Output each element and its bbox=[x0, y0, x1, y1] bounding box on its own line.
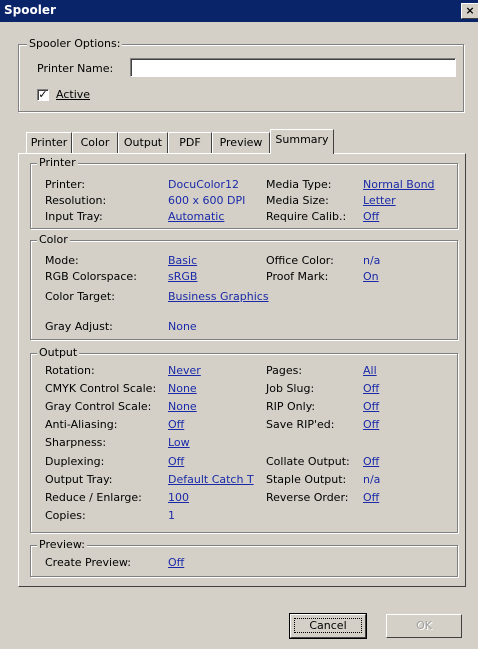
printer-legend: Printer bbox=[37, 156, 78, 169]
staple-output-value: n/a bbox=[363, 473, 381, 486]
tab-pdf[interactable]: PDF bbox=[168, 132, 212, 153]
reduce-enlarge-label: Reduce / Enlarge: bbox=[45, 491, 142, 504]
save-riped-link[interactable]: Off bbox=[363, 418, 379, 431]
media-size-label: Media Size: bbox=[266, 194, 329, 207]
anti-aliasing-link[interactable]: Off bbox=[168, 418, 184, 431]
printer-value: DocuColor12 bbox=[168, 178, 239, 191]
office-color-label: Office Color: bbox=[266, 254, 334, 267]
reverse-order-label: Reverse Order: bbox=[266, 491, 349, 504]
cancel-button-label: Cancel bbox=[294, 618, 362, 633]
anti-aliasing-label: Anti-Aliasing: bbox=[45, 418, 118, 431]
copies-value: 1 bbox=[168, 509, 175, 522]
mode-label: Mode: bbox=[45, 254, 79, 267]
output-tray-label: Output Tray: bbox=[45, 473, 113, 486]
rotation-label: Rotation: bbox=[45, 364, 95, 377]
gray-control-label: Gray Control Scale: bbox=[45, 400, 152, 413]
cmyk-control-link[interactable]: None bbox=[168, 382, 197, 395]
resolution-value: 600 x 600 DPI bbox=[168, 194, 246, 207]
collate-output-link[interactable]: Off bbox=[363, 455, 379, 468]
require-calib-label: Require Calib.: bbox=[266, 210, 347, 223]
window-title: Spooler bbox=[4, 3, 56, 17]
media-type-label: Media Type: bbox=[266, 178, 332, 191]
gray-adjust-label: Gray Adjust: bbox=[45, 320, 113, 333]
active-label[interactable]: Active bbox=[56, 88, 90, 101]
collate-output-label: Collate Output: bbox=[266, 455, 350, 468]
input-tray-link[interactable]: Automatic bbox=[168, 210, 224, 223]
media-size-link[interactable]: Letter bbox=[363, 194, 396, 207]
duplexing-link[interactable]: Off bbox=[168, 455, 184, 468]
sharpness-link[interactable]: Low bbox=[168, 436, 190, 449]
pages-link[interactable]: All bbox=[363, 364, 377, 377]
duplexing-label: Duplexing: bbox=[45, 455, 105, 468]
color-target-label: Color Target: bbox=[45, 290, 115, 303]
cmyk-control-label: CMYK Control Scale: bbox=[45, 382, 157, 395]
color-target-link[interactable]: Business Graphics bbox=[168, 290, 269, 303]
ok-button[interactable]: OK bbox=[386, 614, 462, 638]
spooler-options-legend: Spooler Options: bbox=[27, 37, 123, 50]
tab-summary[interactable]: Summary bbox=[270, 129, 334, 154]
tab-color[interactable]: Color bbox=[72, 132, 118, 153]
office-color-value: n/a bbox=[363, 254, 381, 267]
tab-printer[interactable]: Printer bbox=[26, 132, 72, 153]
output-legend: Output bbox=[37, 346, 80, 359]
reverse-order-link[interactable]: Off bbox=[363, 491, 379, 504]
cancel-button[interactable]: Cancel bbox=[289, 613, 367, 639]
gray-adjust-value: None bbox=[168, 320, 197, 333]
printer-name-label: Printer Name: bbox=[37, 62, 114, 75]
rgb-colorspace-link[interactable]: sRGB bbox=[168, 270, 197, 283]
ok-button-label: OK bbox=[416, 619, 432, 632]
sharpness-label: Sharpness: bbox=[45, 436, 107, 449]
printer-label: Printer: bbox=[45, 178, 86, 191]
copies-label: Copies: bbox=[45, 509, 86, 522]
printer-name-input[interactable] bbox=[130, 58, 456, 77]
rotation-link[interactable]: Never bbox=[168, 364, 201, 377]
spooler-options-group: Spooler Options: bbox=[18, 37, 464, 112]
resolution-label: Resolution: bbox=[45, 194, 107, 207]
save-riped-label: Save RIP'ed: bbox=[266, 418, 335, 431]
rip-only-link[interactable]: Off bbox=[363, 400, 379, 413]
title-bar: Spooler × bbox=[0, 0, 478, 22]
create-preview-label: Create Preview: bbox=[45, 556, 131, 569]
active-checkbox[interactable]: ✓ bbox=[37, 89, 49, 101]
output-tray-link[interactable]: Default Catch T bbox=[168, 473, 254, 486]
job-slug-label: Job Slug: bbox=[266, 382, 315, 395]
create-preview-link[interactable]: Off bbox=[168, 556, 184, 569]
spooler-dialog: Spooler × Spooler Options: Printer Name:… bbox=[0, 0, 478, 649]
close-icon[interactable]: × bbox=[461, 3, 478, 19]
require-calib-link[interactable]: Off bbox=[363, 210, 379, 223]
color-legend: Color bbox=[37, 233, 70, 246]
mode-link[interactable]: Basic bbox=[168, 254, 197, 267]
tab-preview[interactable]: Preview bbox=[212, 132, 270, 153]
gray-control-link[interactable]: None bbox=[168, 400, 197, 413]
reduce-enlarge-link[interactable]: 100 bbox=[168, 491, 189, 504]
rgb-colorspace-label: RGB Colorspace: bbox=[45, 270, 137, 283]
proof-mark-label: Proof Mark: bbox=[266, 270, 329, 283]
proof-mark-link[interactable]: On bbox=[363, 270, 379, 283]
media-type-link[interactable]: Normal Bond bbox=[363, 178, 435, 191]
rip-only-label: RIP Only: bbox=[266, 400, 316, 413]
job-slug-link[interactable]: Off bbox=[363, 382, 379, 395]
staple-output-label: Staple Output: bbox=[266, 473, 347, 486]
pages-label: Pages: bbox=[266, 364, 303, 377]
preview-legend: Preview: bbox=[37, 538, 87, 551]
input-tray-label: Input Tray: bbox=[45, 210, 103, 223]
tab-output[interactable]: Output bbox=[118, 132, 168, 153]
